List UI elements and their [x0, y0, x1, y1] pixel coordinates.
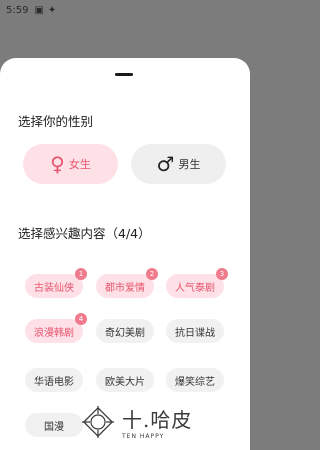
watermark-text: 十.哈皮 TEN HAPPY: [122, 404, 192, 440]
selection-order-badge: 4: [75, 313, 87, 325]
interest-tag[interactable]: 人气泰剧 3: [166, 268, 228, 298]
interest-tag[interactable]: 都市爱情 2: [96, 268, 158, 298]
selection-order-badge: 2: [146, 268, 158, 280]
interest-tag[interactable]: 爆笑综艺: [166, 368, 224, 392]
sim-card-icon: ▣: [34, 4, 44, 16]
interest-tag-label: 抗日谍战: [175, 327, 215, 339]
male-option-button[interactable]: ♂ 男生: [131, 144, 226, 184]
watermark-brand: 十.哈皮: [122, 408, 193, 432]
female-option-label: 女生: [68, 158, 91, 171]
interest-tag-label: 都市爱情: [105, 282, 145, 294]
female-icon: ♀: [50, 152, 65, 176]
female-option-button[interactable]: ♀ 女生: [23, 144, 118, 184]
interest-tag[interactable]: 抗日谍战: [166, 319, 224, 343]
interest-tag[interactable]: 古装仙侠 1: [25, 268, 87, 298]
interest-tag[interactable]: 奇幻美剧: [96, 319, 154, 343]
male-icon: ♂: [156, 152, 175, 176]
interest-tag[interactable]: 国漫: [25, 413, 83, 437]
interest-section-title: 选择感兴趣内容（4/4）: [18, 226, 151, 241]
interest-tag-label: 奇幻美剧: [105, 327, 145, 339]
interest-tag-label: 浪漫韩剧: [34, 327, 74, 339]
interest-tag[interactable]: 浪漫韩剧 4: [25, 313, 87, 343]
selection-order-badge: 1: [75, 268, 87, 280]
interest-tag-label: 国漫: [44, 421, 64, 433]
gender-section-title: 选择你的性别: [18, 114, 94, 129]
male-option-label: 男生: [178, 158, 201, 171]
status-bar: 5:59 ▣ ✦: [0, 0, 250, 20]
interest-tag-label: 人气泰剧: [175, 282, 215, 294]
notification-icon: ✦: [47, 4, 57, 16]
bottom-sheet: 选择你的性别 ♀ 女生 ♂ 男生 选择感兴趣内容（4/4） 古装仙侠 1 都市爱…: [0, 58, 250, 450]
ornament-logo-icon: [82, 406, 114, 438]
watermark-sub: TEN HAPPY: [122, 433, 165, 440]
watermark: 十.哈皮 TEN HAPPY: [80, 400, 240, 444]
interest-tag-label: 古装仙侠: [34, 282, 74, 294]
interest-tag-label: 爆笑综艺: [175, 376, 215, 388]
status-time: 5:59: [6, 4, 29, 16]
drag-handle[interactable]: [115, 73, 133, 76]
interest-tag-label: 华语电影: [34, 376, 74, 388]
interest-tag[interactable]: 华语电影: [25, 368, 83, 392]
interest-tag[interactable]: 欧美大片: [96, 368, 154, 392]
selection-order-badge: 3: [216, 268, 228, 280]
interest-tag-label: 欧美大片: [105, 376, 145, 388]
